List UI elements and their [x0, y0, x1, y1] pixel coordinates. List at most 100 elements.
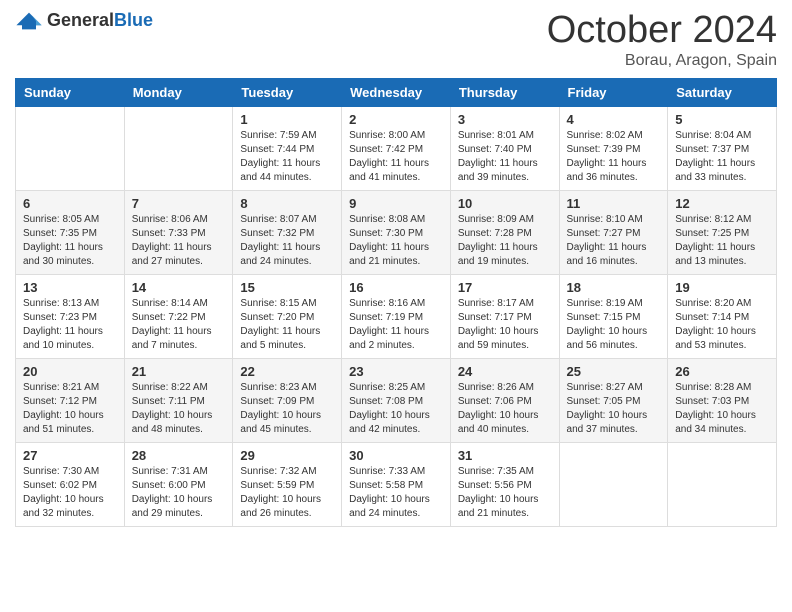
day-number: 17	[458, 280, 552, 295]
day-number: 3	[458, 112, 552, 127]
day-info: Sunrise: 8:19 AM Sunset: 7:15 PM Dayligh…	[567, 297, 661, 353]
calendar-day-header: Sunday	[16, 78, 125, 106]
calendar-day-cell: 30 Sunrise: 7:33 AM Sunset: 5:58 PM Dayli…	[342, 442, 451, 526]
day-info: Sunrise: 8:22 AM Sunset: 7:11 PM Dayligh…	[132, 381, 226, 437]
calendar-day-cell: 24 Sunrise: 8:26 AM Sunset: 7:06 PM Dayli…	[450, 358, 559, 442]
day-number: 20	[23, 364, 117, 379]
title-area: October 2024 Borau, Aragon, Spain	[547, 10, 777, 70]
calendar-day-cell: 17 Sunrise: 8:17 AM Sunset: 7:17 PM Dayli…	[450, 274, 559, 358]
calendar-day-cell: 7Sunrise: 8:06 AM Sunset: 7:33 PM Daylig…	[124, 190, 233, 274]
calendar-day-cell: 27Sunrise: 7:30 AM Sunset: 6:02 PM Dayli…	[16, 442, 125, 526]
day-number: 22	[240, 364, 334, 379]
calendar-day-header: Tuesday	[233, 78, 342, 106]
calendar-day-cell: 21 Sunrise: 8:22 AM Sunset: 7:11 PM Dayli…	[124, 358, 233, 442]
calendar-day-header: Friday	[559, 78, 668, 106]
day-info: Sunrise: 8:08 AM Sunset: 7:30 PM Dayligh…	[349, 213, 443, 269]
calendar-day-cell: 28 Sunrise: 7:31 AM Sunset: 6:00 PM Dayli…	[124, 442, 233, 526]
day-info: Sunrise: 8:09 AM Sunset: 7:28 PM Dayligh…	[458, 213, 552, 269]
day-number: 8	[240, 196, 334, 211]
calendar-day-cell: 2 Sunrise: 8:00 AM Sunset: 7:42 PM Daylig…	[342, 106, 451, 190]
day-info: Sunrise: 8:20 AM Sunset: 7:14 PM Dayligh…	[675, 297, 769, 353]
day-number: 4	[567, 112, 661, 127]
day-info: Sunrise: 8:00 AM Sunset: 7:42 PM Dayligh…	[349, 129, 443, 185]
calendar-header-row: SundayMondayTuesdayWednesdayThursdayFrid…	[16, 78, 777, 106]
day-info: Sunrise: 8:17 AM Sunset: 7:17 PM Dayligh…	[458, 297, 552, 353]
calendar-day-cell: 16 Sunrise: 8:16 AM Sunset: 7:19 PM Dayli…	[342, 274, 451, 358]
calendar-day-header: Monday	[124, 78, 233, 106]
calendar-day-cell: 15 Sunrise: 8:15 AM Sunset: 7:20 PM Dayli…	[233, 274, 342, 358]
day-number: 2	[349, 112, 443, 127]
day-info: Sunrise: 8:21 AM Sunset: 7:12 PM Dayligh…	[23, 381, 117, 437]
calendar-day-cell: 13Sunrise: 8:13 AM Sunset: 7:23 PM Dayli…	[16, 274, 125, 358]
calendar-day-cell	[124, 106, 233, 190]
day-info: Sunrise: 8:05 AM Sunset: 7:35 PM Dayligh…	[23, 213, 117, 269]
day-info: Sunrise: 8:25 AM Sunset: 7:08 PM Dayligh…	[349, 381, 443, 437]
day-info: Sunrise: 8:02 AM Sunset: 7:39 PM Dayligh…	[567, 129, 661, 185]
calendar-week-row: 13Sunrise: 8:13 AM Sunset: 7:23 PM Dayli…	[16, 274, 777, 358]
day-number: 6	[23, 196, 117, 211]
calendar-day-header: Wednesday	[342, 78, 451, 106]
calendar-day-cell: 23 Sunrise: 8:25 AM Sunset: 7:08 PM Dayli…	[342, 358, 451, 442]
day-info: Sunrise: 8:15 AM Sunset: 7:20 PM Dayligh…	[240, 297, 334, 353]
day-info: Sunrise: 8:04 AM Sunset: 7:37 PM Dayligh…	[675, 129, 769, 185]
day-number: 19	[675, 280, 769, 295]
day-number: 16	[349, 280, 443, 295]
calendar-day-header: Saturday	[668, 78, 777, 106]
calendar-week-row: 27Sunrise: 7:30 AM Sunset: 6:02 PM Dayli…	[16, 442, 777, 526]
logo: GeneralBlue	[15, 10, 153, 31]
calendar-day-cell: 12 Sunrise: 8:12 AM Sunset: 7:25 PM Dayli…	[668, 190, 777, 274]
calendar-day-cell: 10Sunrise: 8:09 AM Sunset: 7:28 PM Dayli…	[450, 190, 559, 274]
day-number: 1	[240, 112, 334, 127]
day-number: 28	[132, 448, 226, 463]
calendar-day-cell: 29Sunrise: 7:32 AM Sunset: 5:59 PM Dayli…	[233, 442, 342, 526]
day-info: Sunrise: 8:06 AM Sunset: 7:33 PM Dayligh…	[132, 213, 226, 269]
day-info: Sunrise: 8:27 AM Sunset: 7:05 PM Dayligh…	[567, 381, 661, 437]
calendar-day-cell: 14Sunrise: 8:14 AM Sunset: 7:22 PM Dayli…	[124, 274, 233, 358]
day-number: 5	[675, 112, 769, 127]
day-number: 31	[458, 448, 552, 463]
day-info: Sunrise: 7:59 AM Sunset: 7:44 PM Dayligh…	[240, 129, 334, 185]
calendar-day-cell	[559, 442, 668, 526]
calendar-day-cell: 6 Sunrise: 8:05 AM Sunset: 7:35 PM Daylig…	[16, 190, 125, 274]
calendar-day-cell: 19 Sunrise: 8:20 AM Sunset: 7:14 PM Dayli…	[668, 274, 777, 358]
calendar-day-cell: 5 Sunrise: 8:04 AM Sunset: 7:37 PM Daylig…	[668, 106, 777, 190]
day-info: Sunrise: 8:28 AM Sunset: 7:03 PM Dayligh…	[675, 381, 769, 437]
calendar-day-cell: 18Sunrise: 8:19 AM Sunset: 7:15 PM Dayli…	[559, 274, 668, 358]
day-info: Sunrise: 8:01 AM Sunset: 7:40 PM Dayligh…	[458, 129, 552, 185]
calendar-day-cell	[668, 442, 777, 526]
page-header: GeneralBlue October 2024 Borau, Aragon, …	[15, 10, 777, 70]
day-info: Sunrise: 8:23 AM Sunset: 7:09 PM Dayligh…	[240, 381, 334, 437]
calendar-day-cell	[16, 106, 125, 190]
calendar-day-cell: 26Sunrise: 8:28 AM Sunset: 7:03 PM Dayli…	[668, 358, 777, 442]
day-info: Sunrise: 8:16 AM Sunset: 7:19 PM Dayligh…	[349, 297, 443, 353]
calendar-day-cell: 31 Sunrise: 7:35 AM Sunset: 5:56 PM Dayli…	[450, 442, 559, 526]
day-number: 25	[567, 364, 661, 379]
calendar-day-header: Thursday	[450, 78, 559, 106]
day-number: 27	[23, 448, 117, 463]
day-info: Sunrise: 8:13 AM Sunset: 7:23 PM Dayligh…	[23, 297, 117, 353]
day-info: Sunrise: 8:26 AM Sunset: 7:06 PM Dayligh…	[458, 381, 552, 437]
logo-icon	[15, 11, 43, 31]
day-number: 29	[240, 448, 334, 463]
logo-text: GeneralBlue	[47, 10, 153, 31]
day-info: Sunrise: 8:12 AM Sunset: 7:25 PM Dayligh…	[675, 213, 769, 269]
day-number: 15	[240, 280, 334, 295]
location-title: Borau, Aragon, Spain	[547, 52, 777, 70]
calendar-week-row: 6 Sunrise: 8:05 AM Sunset: 7:35 PM Daylig…	[16, 190, 777, 274]
day-number: 11	[567, 196, 661, 211]
day-info: Sunrise: 7:33 AM Sunset: 5:58 PM Dayligh…	[349, 465, 443, 521]
day-info: Sunrise: 8:07 AM Sunset: 7:32 PM Dayligh…	[240, 213, 334, 269]
calendar-day-cell: 8 Sunrise: 8:07 AM Sunset: 7:32 PM Daylig…	[233, 190, 342, 274]
day-number: 23	[349, 364, 443, 379]
day-number: 30	[349, 448, 443, 463]
calendar-day-cell: 20 Sunrise: 8:21 AM Sunset: 7:12 PM Dayli…	[16, 358, 125, 442]
calendar-day-cell: 11Sunrise: 8:10 AM Sunset: 7:27 PM Dayli…	[559, 190, 668, 274]
calendar-day-cell: 1 Sunrise: 7:59 AM Sunset: 7:44 PM Daylig…	[233, 106, 342, 190]
day-number: 21	[132, 364, 226, 379]
day-info: Sunrise: 7:35 AM Sunset: 5:56 PM Dayligh…	[458, 465, 552, 521]
day-number: 12	[675, 196, 769, 211]
day-number: 24	[458, 364, 552, 379]
calendar-day-cell: 22 Sunrise: 8:23 AM Sunset: 7:09 PM Dayli…	[233, 358, 342, 442]
day-info: Sunrise: 7:31 AM Sunset: 6:00 PM Dayligh…	[132, 465, 226, 521]
calendar-day-cell: 9Sunrise: 8:08 AM Sunset: 7:30 PM Daylig…	[342, 190, 451, 274]
